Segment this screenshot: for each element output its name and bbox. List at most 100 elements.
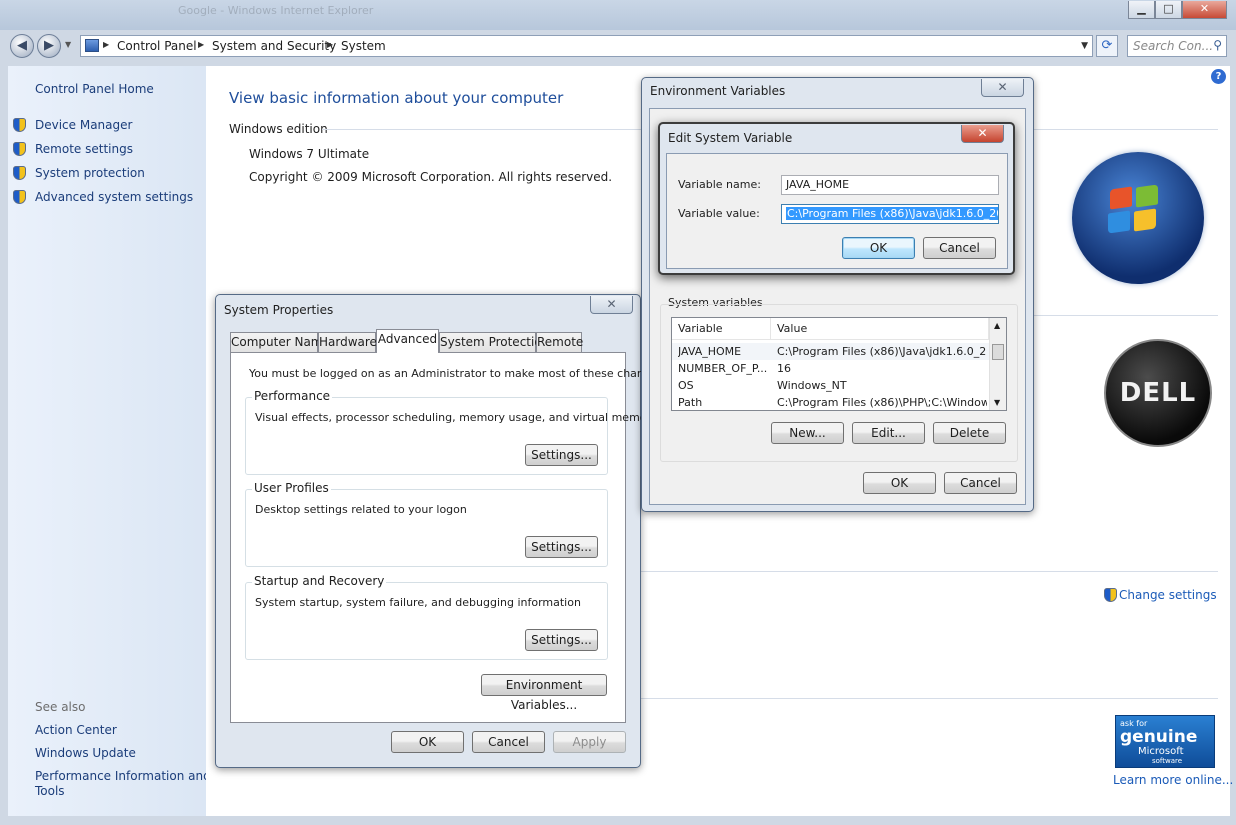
- delete-variable-button[interactable]: Delete: [933, 422, 1006, 444]
- shield-icon: [1104, 588, 1117, 602]
- control-panel-icon: [85, 39, 99, 52]
- tab-advanced[interactable]: Advanced: [376, 329, 439, 353]
- group-title: User Profiles: [252, 481, 331, 495]
- edit-variable-body: Variable name: JAVA_HOME Variable value:…: [666, 153, 1008, 269]
- system-properties-dialog: System Properties ✕ Computer Name Hardwa…: [215, 294, 667, 768]
- maximize-button[interactable]: □: [1155, 1, 1182, 19]
- variable-value-label: Variable value:: [678, 207, 760, 220]
- column-header-value[interactable]: Value: [771, 318, 989, 340]
- cancel-button[interactable]: Cancel: [472, 731, 545, 753]
- forward-button[interactable]: ▶: [37, 34, 61, 58]
- user-profiles-settings-button[interactable]: Settings...: [525, 536, 598, 558]
- close-dialog-button[interactable]: ✕: [981, 79, 1024, 97]
- windows-update-link[interactable]: Windows Update: [35, 746, 136, 760]
- performance-info-link[interactable]: Performance Information and: [35, 769, 211, 783]
- table-row[interactable]: NUMBER_OF_P... 16: [672, 360, 991, 377]
- shield-icon: [13, 142, 26, 156]
- shield-icon: [13, 190, 26, 204]
- environment-variables-button[interactable]: Environment Variables...: [481, 674, 607, 712]
- dialog-title: Environment Variables: [650, 84, 786, 98]
- search-placeholder: Search Con...: [1133, 39, 1214, 53]
- table-row[interactable]: JAVA_HOME C:\Program Files (x86)\Java\jd…: [672, 343, 991, 360]
- search-icon[interactable]: ⚲: [1213, 38, 1222, 52]
- variable-name-label: Variable name:: [678, 178, 761, 191]
- close-dialog-button[interactable]: ✕: [961, 125, 1004, 143]
- column-header-variable[interactable]: Variable: [672, 318, 771, 340]
- change-settings-link[interactable]: Change settings: [1119, 588, 1217, 602]
- action-center-link[interactable]: Action Center: [35, 723, 117, 737]
- variable-value: C:\Program Files (x86)\Java\jdk1.6.0_20: [777, 345, 987, 358]
- dialog-title: System Properties: [224, 303, 334, 317]
- breadcrumb-separator-icon: ▶: [103, 40, 110, 49]
- variable-name-input[interactable]: JAVA_HOME: [781, 175, 999, 195]
- variable-value: 16: [777, 362, 791, 375]
- address-dropdown-icon[interactable]: ▼: [1081, 41, 1088, 51]
- advanced-system-settings-link[interactable]: Advanced system settings: [35, 190, 193, 204]
- refresh-icon: ⟳: [1101, 38, 1113, 53]
- address-bar[interactable]: ▶ Control Panel ▶ System and Security ▶ …: [80, 35, 1093, 57]
- startup-recovery-settings-button[interactable]: Settings...: [525, 629, 598, 651]
- close-window-button[interactable]: ✕: [1182, 1, 1227, 19]
- table-row[interactable]: Path C:\Program Files (x86)\PHP\;C:\Wind…: [672, 394, 991, 411]
- variable-value: C:\Program Files (x86)\PHP\;C:\Window...: [777, 396, 987, 409]
- window-title: Google - Windows Internet Explorer: [178, 4, 374, 17]
- control-panel-home-link[interactable]: Control Panel Home: [35, 82, 154, 96]
- scrollbar-thumb[interactable]: [992, 344, 1004, 360]
- remote-settings-link[interactable]: Remote settings: [35, 142, 133, 156]
- variable-value-input[interactable]: C:\Program Files (x86)\Java\jdk1.6.0_20: [781, 204, 999, 224]
- tab-remote[interactable]: Remote: [536, 332, 583, 352]
- admin-note: You must be logged on as an Administrato…: [249, 367, 667, 380]
- apply-button[interactable]: Apply: [553, 731, 626, 753]
- tab-computer-name[interactable]: Computer Name: [230, 332, 330, 352]
- performance-settings-button[interactable]: Settings...: [525, 444, 598, 466]
- help-icon[interactable]: ?: [1211, 69, 1226, 84]
- back-button[interactable]: ◀: [10, 34, 34, 58]
- system-protection-link[interactable]: System protection: [35, 166, 145, 180]
- breadcrumb-system[interactable]: System: [341, 39, 386, 53]
- section-divider: [1034, 315, 1218, 316]
- close-dialog-button[interactable]: ✕: [590, 296, 633, 314]
- shield-icon: [13, 166, 26, 180]
- close-icon: ✕: [606, 297, 617, 311]
- system-variables-list[interactable]: Variable Value JAVA_HOME C:\Program File…: [671, 317, 1007, 411]
- minimize-button[interactable]: ▁: [1128, 1, 1155, 19]
- cancel-button[interactable]: Cancel: [923, 237, 996, 259]
- close-icon: ✕: [977, 126, 988, 140]
- variable-value-selection: C:\Program Files (x86)\Java\jdk1.6.0_20: [786, 207, 998, 220]
- table-row[interactable]: OS Windows_NT: [672, 377, 991, 394]
- advanced-tab-panel: You must be logged on as an Administrato…: [230, 352, 667, 723]
- performance-info-link-tools[interactable]: Tools: [35, 784, 65, 798]
- variable-name: OS: [678, 379, 694, 392]
- search-input[interactable]: Search Con... ⚲: [1127, 35, 1227, 57]
- list-scrollbar[interactable]: ▲ ▼: [989, 318, 1006, 410]
- edit-variable-button[interactable]: Edit...: [852, 422, 925, 444]
- tab-hardware[interactable]: Hardware: [318, 332, 377, 352]
- tab-system-protection[interactable]: System Protection: [439, 332, 549, 352]
- startup-recovery-group: Startup and Recovery System startup, sys…: [245, 574, 608, 660]
- recent-pages-icon[interactable]: ▼: [65, 40, 71, 49]
- copyright-text: Copyright © 2009 Microsoft Corporation. …: [249, 170, 613, 184]
- variable-name: NUMBER_OF_P...: [678, 362, 768, 375]
- variable-name: Path: [678, 396, 703, 409]
- genuine-microsoft-badge[interactable]: ask for genuine Microsoft software: [1115, 715, 1215, 768]
- cancel-button[interactable]: Cancel: [944, 472, 1017, 494]
- genuine-badge-main: genuine: [1120, 727, 1198, 747]
- ok-button[interactable]: OK: [842, 237, 915, 259]
- ok-button[interactable]: OK: [391, 731, 464, 753]
- navigation-bar: ◀ ▶ ▼ ▶ Control Panel ▶ System and Secur…: [0, 30, 1236, 62]
- learn-more-link[interactable]: Learn more online...: [1113, 773, 1233, 787]
- windows-edition-label: Windows edition: [229, 122, 328, 136]
- new-variable-button[interactable]: New...: [771, 422, 844, 444]
- device-manager-link[interactable]: Device Manager: [35, 118, 132, 132]
- scroll-down-icon[interactable]: ▼: [994, 398, 1000, 407]
- ok-button[interactable]: OK: [863, 472, 936, 494]
- refresh-button[interactable]: ⟳: [1096, 35, 1118, 57]
- scroll-up-icon[interactable]: ▲: [994, 321, 1000, 330]
- dialog-title: Edit System Variable: [668, 131, 793, 145]
- page-title: View basic information about your comput…: [229, 89, 564, 107]
- group-title: Performance: [252, 389, 333, 403]
- breadcrumb-system-security[interactable]: System and Security: [212, 39, 336, 53]
- group-description: System startup, system failure, and debu…: [255, 596, 581, 609]
- breadcrumb-control-panel[interactable]: Control Panel: [117, 39, 197, 53]
- windows-edition-value: Windows 7 Ultimate: [249, 147, 370, 161]
